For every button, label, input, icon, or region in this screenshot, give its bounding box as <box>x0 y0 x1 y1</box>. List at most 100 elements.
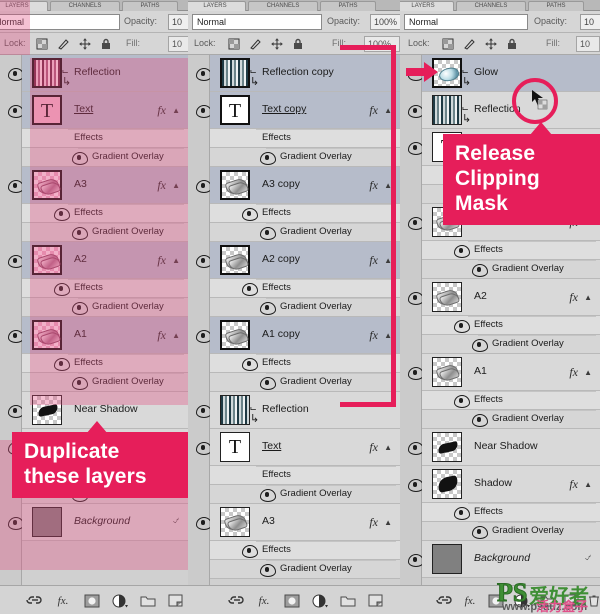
layer-effects-badge[interactable]: fx <box>157 253 166 268</box>
layer-thumbnail[interactable]: T <box>220 95 250 125</box>
effect-row[interactable]: Gradient Overlay <box>210 485 400 504</box>
lock-all-icon[interactable] <box>506 37 518 55</box>
lock-position-icon[interactable] <box>271 37 283 55</box>
effects-visibility-toggle[interactable] <box>454 245 470 258</box>
layer-name[interactable]: A1 <box>74 328 87 340</box>
expand-effects-triangle-icon[interactable]: ▲ <box>584 293 592 302</box>
visibility-toggle[interactable] <box>408 442 424 455</box>
visibility-toggle[interactable] <box>8 330 24 343</box>
layer-name[interactable]: A3 <box>74 178 87 190</box>
effects-group-row[interactable]: Effects <box>210 129 400 148</box>
expand-effects-triangle-icon[interactable]: ▲ <box>384 518 392 527</box>
tab-channels-left[interactable]: CHANNELS <box>50 1 120 11</box>
effects-visibility-toggle[interactable] <box>454 320 470 333</box>
visibility-toggle[interactable] <box>8 68 24 81</box>
layer-thumbnail[interactable] <box>32 320 62 350</box>
link-layers-icon[interactable] <box>228 594 244 608</box>
effect-visibility-toggle[interactable] <box>472 414 488 427</box>
layer-effects-badge[interactable]: fx <box>569 365 578 380</box>
tab-layers-right[interactable]: LAYERS <box>400 1 454 11</box>
layer-row[interactable]: ↳Reflection <box>22 55 188 92</box>
lock-all-icon[interactable] <box>292 37 304 55</box>
layer-name[interactable]: A2 copy <box>262 253 300 265</box>
visibility-toggle[interactable] <box>8 180 24 193</box>
blend-mode-select-right[interactable]: Normal <box>404 14 528 30</box>
effects-group-row[interactable]: Effects <box>22 129 188 148</box>
layer-list-left[interactable]: ↳Reflection T Text fx ▲ Effects Gradient Overl… <box>0 55 188 585</box>
lock-position-icon[interactable] <box>79 37 91 55</box>
visibility-toggle[interactable] <box>408 105 424 118</box>
layer-row[interactable]: ↳Glow <box>422 55 600 92</box>
layer-thumbnail[interactable] <box>220 507 250 537</box>
add-layer-style-icon[interactable]: fx. <box>55 594 71 608</box>
expand-effects-triangle-icon[interactable]: ▲ <box>172 106 180 115</box>
lock-transparent-icon[interactable] <box>36 37 48 55</box>
add-layer-mask-icon[interactable] <box>488 594 504 608</box>
effects-group-row[interactable]: Effects <box>210 204 400 223</box>
layer-name[interactable]: A1 <box>474 365 487 377</box>
effect-row[interactable]: Gradient Overlay <box>22 298 188 317</box>
layer-name[interactable]: A2 <box>474 290 487 302</box>
blend-mode-select-middle[interactable]: Normal <box>192 14 322 30</box>
layer-name[interactable]: Near Shadow <box>474 440 538 452</box>
layer-row[interactable]: A1 fx ▲ <box>422 354 600 391</box>
layer-name[interactable]: A1 copy <box>262 328 300 340</box>
layer-row[interactable]: A2 fx ▲ <box>22 242 188 279</box>
visibility-toggle[interactable] <box>196 105 212 118</box>
layer-thumbnail[interactable] <box>432 544 462 574</box>
layer-effects-badge[interactable]: fx <box>369 440 378 455</box>
tab-paths-left[interactable]: PATHS <box>122 1 178 11</box>
new-adjustment-layer-icon[interactable] <box>312 594 328 608</box>
layer-thumbnail[interactable] <box>32 245 62 275</box>
effect-row[interactable]: Gradient Overlay <box>210 560 400 579</box>
layer-effects-badge[interactable]: fx <box>569 477 578 492</box>
effects-group-row[interactable]: Effects <box>22 279 188 298</box>
visibility-toggle[interactable] <box>8 405 24 418</box>
layer-thumbnail[interactable] <box>32 395 62 425</box>
effects-visibility-toggle[interactable] <box>454 507 470 520</box>
layer-thumbnail[interactable] <box>32 58 62 88</box>
new-adjustment-layer-icon[interactable] <box>112 594 128 608</box>
layer-effects-badge[interactable]: fx <box>157 328 166 343</box>
add-layer-style-icon[interactable]: fx. <box>256 594 272 608</box>
effect-row[interactable]: Gradient Overlay <box>422 522 600 541</box>
layer-row[interactable]: A3 copy fx ▲ <box>210 167 400 204</box>
effects-visibility-toggle[interactable] <box>242 358 258 371</box>
lock-image-icon[interactable] <box>249 37 262 55</box>
expand-effects-triangle-icon[interactable]: ▲ <box>584 368 592 377</box>
layer-row[interactable]: T Text copy fx ▲ <box>210 92 400 129</box>
effect-visibility-toggle[interactable] <box>472 264 488 277</box>
layer-row[interactable]: Background ⍻ <box>422 541 600 578</box>
lock-image-icon[interactable] <box>463 37 476 55</box>
effect-row[interactable]: Gradient Overlay <box>210 298 400 317</box>
layer-thumbnail[interactable] <box>220 320 250 350</box>
layer-name[interactable]: Text copy <box>262 103 306 115</box>
layer-row[interactable]: A3 fx ▲ <box>22 167 188 204</box>
visibility-toggle[interactable] <box>8 517 24 530</box>
layer-name[interactable]: Background <box>474 552 530 564</box>
lock-image-icon[interactable] <box>57 37 70 55</box>
expand-effects-triangle-icon[interactable]: ▲ <box>172 181 180 190</box>
effect-visibility-toggle[interactable] <box>260 302 276 315</box>
layer-effects-badge[interactable]: fx <box>369 328 378 343</box>
effect-row[interactable]: Gradient Overlay <box>422 335 600 354</box>
layer-thumbnail[interactable] <box>32 170 62 200</box>
layer-effects-badge[interactable]: fx <box>369 515 378 530</box>
effect-visibility-toggle[interactable] <box>260 564 276 577</box>
layer-name[interactable]: Glow <box>474 66 498 78</box>
layer-row[interactable]: A2 copy fx ▲ <box>210 242 400 279</box>
effects-group-row[interactable]: Effects <box>422 316 600 335</box>
effect-visibility-toggle[interactable] <box>260 377 276 390</box>
layer-name[interactable]: Reflection <box>74 66 121 78</box>
visibility-toggle[interactable] <box>196 180 212 193</box>
effect-row[interactable]: Gradient Overlay <box>22 148 188 167</box>
layer-thumbnail[interactable] <box>220 245 250 275</box>
effects-visibility-toggle[interactable] <box>242 208 258 221</box>
layer-thumbnail[interactable] <box>432 357 462 387</box>
visibility-toggle[interactable] <box>408 554 424 567</box>
layer-row[interactable]: A3 fx ▲ <box>210 504 400 541</box>
visibility-toggle[interactable] <box>8 255 24 268</box>
effect-row[interactable]: Gradient Overlay <box>22 373 188 392</box>
effects-group-row[interactable]: Effects <box>422 241 600 260</box>
layer-thumbnail[interactable] <box>432 95 462 125</box>
